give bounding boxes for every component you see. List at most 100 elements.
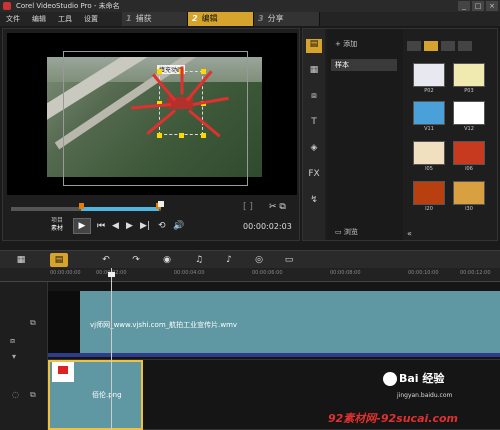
add-folder-button[interactable]: + 添加 [335, 39, 357, 49]
scrubber-head[interactable] [158, 201, 164, 207]
resize-handle-tr[interactable] [201, 69, 206, 74]
mark-brackets[interactable]: [ ] [243, 202, 253, 212]
close-button[interactable]: × [486, 1, 498, 11]
overlay-track-header: ⧉ ◌ [0, 360, 48, 430]
step-edit[interactable]: 2 编辑 [188, 12, 254, 26]
library-thumb[interactable] [413, 181, 445, 205]
trim-scrubber[interactable] [11, 201, 164, 211]
video-track-header: ⧉ ⧈ ▾ [0, 282, 48, 361]
mode-labels: 项目 素材 [51, 217, 63, 233]
audio-filter-icon[interactable] [458, 41, 472, 51]
media-tab-icon[interactable]: ▤ [306, 39, 322, 53]
motion-arrow [180, 66, 184, 95]
watermark-url: jingyan.baidu.com [397, 392, 453, 399]
title-bar: Corel VideoStudio Pro - 未命名 _ □ × [0, 0, 500, 12]
play-button[interactable]: ▶ [73, 218, 91, 234]
library-thumbnails: P02 P03 V11 V12 I05 I06 I20 I30 [407, 29, 499, 240]
library-panel: ▤ ▦ ⧈ T ◈ FX ↯ + 添加 样本 ▭ 浏览 P02 P03 V11 … [302, 28, 498, 241]
subtitle-icon[interactable]: ▭ [282, 253, 296, 267]
graphic-tab-icon[interactable]: ◈ [306, 143, 322, 157]
preview-window[interactable]: 填充动画 [7, 33, 297, 195]
timeline-playhead[interactable] [111, 268, 112, 430]
library-folder-list: + 添加 样本 ▭ 浏览 [327, 29, 403, 240]
menu-edit[interactable]: 编辑 [26, 12, 52, 26]
timecode-display[interactable]: 00:00:02:03 [243, 222, 292, 231]
library-thumb-label: P03 [464, 88, 474, 94]
resize-handle-tl[interactable] [157, 69, 162, 74]
track-visibility-icon[interactable]: ◌ [12, 390, 19, 399]
mark-in-handle[interactable] [79, 203, 84, 209]
sample-folder-item[interactable]: 样本 [331, 59, 397, 71]
video-clip-label: vj师网_www.vjshi.com_航拍工业宣传片.wmv [90, 321, 238, 329]
instant-project-tab-icon[interactable]: ▦ [306, 65, 322, 79]
to-end-button[interactable]: ▶| [140, 219, 150, 233]
transition-tab-icon[interactable]: ⧈ [306, 91, 322, 105]
step-capture[interactable]: 1 捕获 [122, 12, 188, 26]
collapse-library-button[interactable]: « [407, 229, 412, 238]
overlay-thumb-mark [58, 366, 68, 374]
to-start-button[interactable]: ⏮ [97, 219, 105, 233]
browse-button[interactable]: ▭ 浏览 [335, 227, 358, 237]
menu-settings[interactable]: 设置 [78, 12, 104, 26]
sound-mixer-icon[interactable]: ♫ [192, 253, 206, 267]
trim-range [81, 207, 159, 211]
paw-logo-icon [383, 372, 397, 386]
library-thumb-label: I30 [465, 206, 473, 212]
library-thumb[interactable] [453, 181, 485, 205]
ruler-tick-label: 00:00:12:00 [460, 270, 491, 276]
video-clip-start [48, 291, 80, 353]
resize-handle-b[interactable] [179, 133, 184, 138]
record-capture-icon[interactable]: ◉ [160, 253, 174, 267]
photo-filter-icon[interactable] [441, 41, 455, 51]
motion-track-icon[interactable]: ◎ [252, 253, 266, 267]
clip-mode-label[interactable]: 素材 [51, 225, 63, 233]
video-filter-icon[interactable] [424, 41, 438, 51]
auto-music-icon[interactable]: ♪ [222, 253, 236, 267]
next-frame-button[interactable]: ▶ [126, 219, 133, 233]
window-title: Corel VideoStudio Pro - 未命名 [16, 2, 120, 10]
site-watermark: 92素材网-92sucai.com [328, 412, 458, 425]
library-thumb-label: I05 [425, 166, 433, 172]
menu-file[interactable]: 文件 [0, 12, 26, 26]
view-mode-buttons [407, 41, 472, 51]
library-thumb-label: I06 [465, 166, 473, 172]
audio-waveform-bar [48, 353, 500, 357]
prev-frame-button[interactable]: ◀ [112, 219, 119, 233]
playhead-handle[interactable] [108, 272, 115, 277]
library-thumb[interactable] [413, 63, 445, 87]
path-tab-icon[interactable]: ↯ [306, 195, 322, 209]
window-controls: _ □ × [458, 1, 498, 11]
video-track-icon[interactable]: ⧉ [30, 318, 36, 328]
overlay-clip-label: 佰伦.png [92, 391, 122, 399]
library-thumb-label: V11 [424, 126, 434, 132]
cut-copy-tools[interactable]: ✂ ⧉ [269, 202, 286, 212]
redo-icon[interactable]: ↷ [130, 253, 142, 267]
ruler-tick-label: 00:00:00:00 [50, 270, 81, 276]
library-thumb[interactable] [413, 101, 445, 125]
storyboard-view-icon[interactable]: ▦ [12, 253, 30, 267]
timeline-ruler[interactable]: 00:00:00:00 00:00:02:00 00:00:04:00 00:0… [0, 268, 500, 282]
overlay-track-icon[interactable]: ⧉ [30, 390, 36, 400]
library-thumb[interactable] [413, 141, 445, 165]
title-safe-frame [63, 51, 248, 186]
volume-button[interactable]: 🔊 [173, 219, 184, 233]
filter-tab-icon[interactable]: FX [306, 169, 322, 183]
library-thumb[interactable] [453, 101, 485, 125]
step-share[interactable]: 3 分享 [254, 12, 320, 26]
resize-handle-bl[interactable] [157, 133, 162, 138]
maximize-button[interactable]: □ [472, 1, 484, 11]
folder-view-icon[interactable] [407, 41, 421, 51]
track-visibility-icon[interactable]: ⧈ [10, 336, 15, 346]
timeline-view-icon[interactable]: ▤ [50, 253, 68, 267]
resize-handle-br[interactable] [201, 133, 206, 138]
project-mode-label[interactable]: 项目 [51, 217, 63, 225]
minimize-button[interactable]: _ [458, 1, 470, 11]
library-thumb[interactable] [453, 63, 485, 87]
menu-tools[interactable]: 工具 [52, 12, 78, 26]
undo-icon[interactable]: ↶ [100, 253, 112, 267]
repeat-button[interactable]: ⟲ [158, 219, 166, 233]
ruler-tick-label: 00:00:10:00 [408, 270, 439, 276]
title-tab-icon[interactable]: T [306, 117, 322, 131]
library-thumb[interactable] [453, 141, 485, 165]
ruler-tick-label: 00:00:06:00 [252, 270, 283, 276]
